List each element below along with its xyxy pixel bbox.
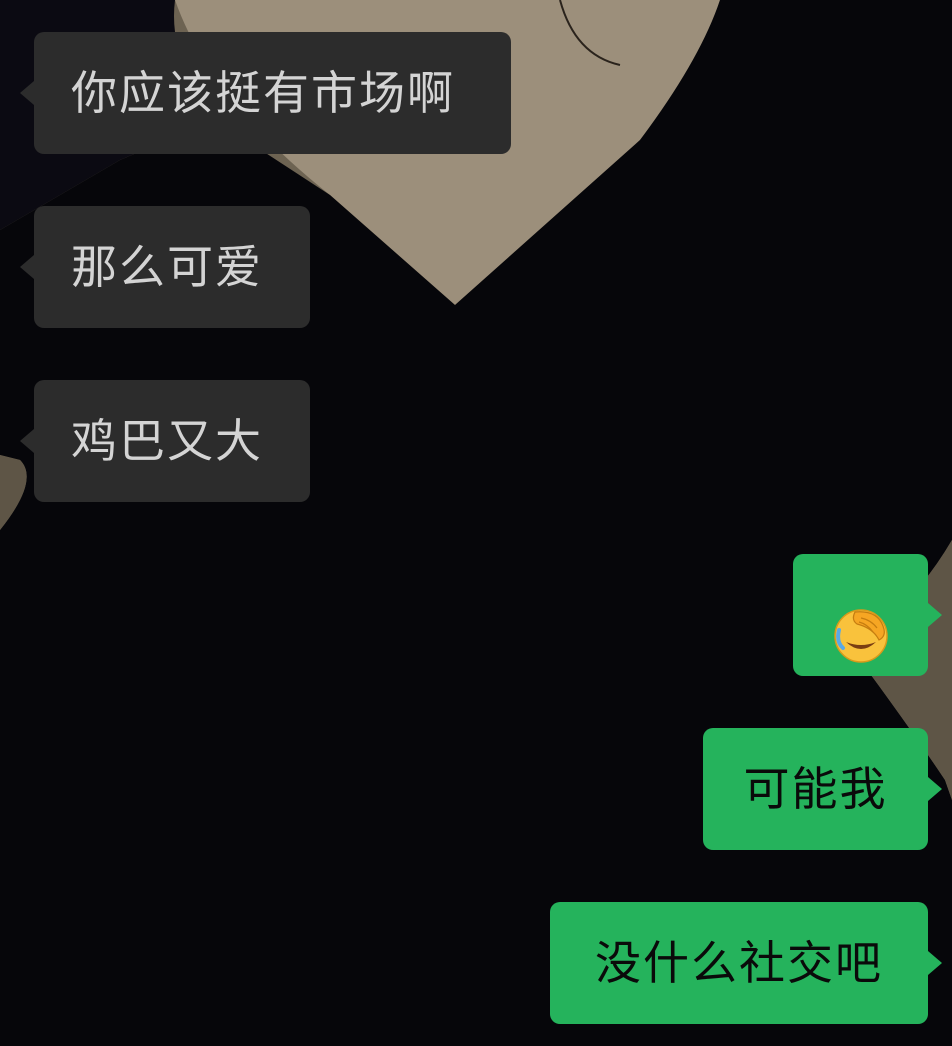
bubble-tail [928, 603, 942, 627]
face-palm-tears-emoji-icon [833, 587, 889, 663]
message-sent-emoji[interactable] [793, 554, 942, 676]
message-text: 鸡巴又大 [71, 414, 263, 468]
bubble-tail [20, 255, 34, 279]
message-sent-2[interactable]: 没什么社交吧 [550, 902, 942, 1024]
bubble-tail [928, 951, 942, 975]
message-received-1[interactable]: 你应该挺有市场啊 [20, 32, 511, 154]
message-text: 没什么社交吧 [595, 936, 883, 990]
bubble-tail [928, 777, 942, 801]
message-received-2[interactable]: 那么可爱 [20, 206, 310, 328]
message-text: 可能我 [743, 762, 888, 816]
message-text: 你应该挺有市场啊 [71, 66, 455, 120]
message-received-3[interactable]: 鸡巴又大 [20, 380, 310, 502]
bubble-tail [20, 81, 34, 105]
chat-background-wallpaper [0, 0, 952, 1046]
chat-screen: 你应该挺有市场啊 那么可爱 鸡巴又大 可能我 没什么社交吧 [0, 0, 952, 1046]
message-text: 那么可爱 [71, 240, 263, 294]
message-sent-1[interactable]: 可能我 [703, 728, 942, 850]
bubble-tail [20, 429, 34, 453]
